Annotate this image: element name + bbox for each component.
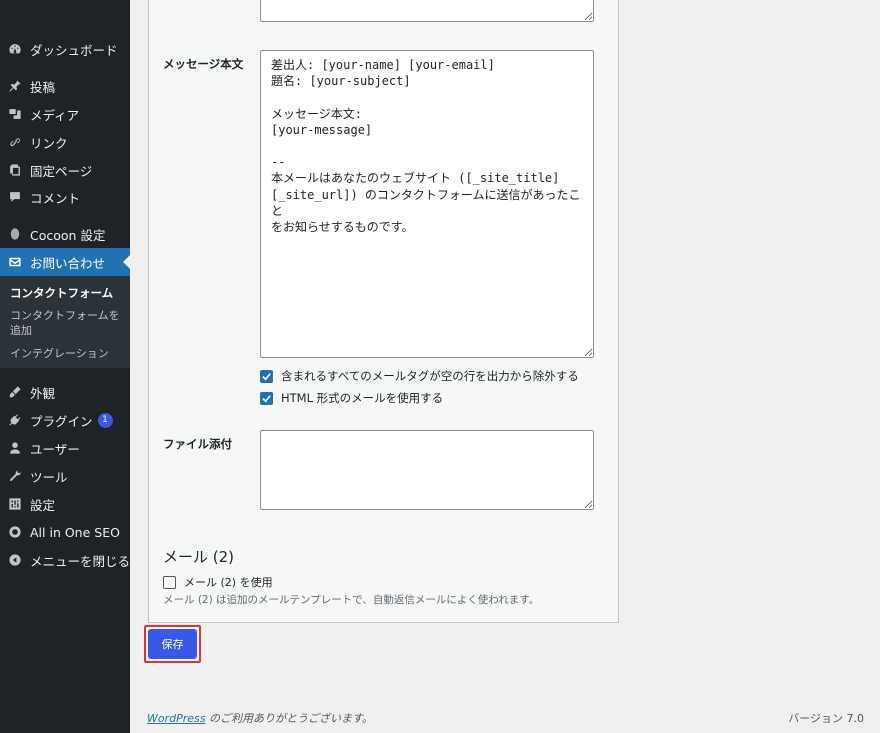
save-highlight: 保存 [144, 625, 201, 663]
previous-field-textarea[interactable] [260, 0, 594, 22]
dashboard-icon [8, 42, 22, 56]
exclude-blank-label: 含まれるすべてのメールタグが空の行を出力から除外する [281, 369, 579, 383]
cocoon-icon [8, 227, 22, 241]
menu-tools[interactable]: ツール [0, 462, 130, 490]
admin-sidebar: ダッシュボード 投稿 メディア リンク 固定ページ コメント Cocoon 設定… [0, 0, 130, 733]
menu-label: 設定 [30, 497, 56, 513]
footer-thanks: WordPress のご利用ありがとうございます。 [147, 710, 373, 726]
plugin-icon [8, 413, 22, 427]
save-button[interactable]: 保存 [148, 629, 197, 659]
menu-label: ツール [30, 469, 68, 485]
menu-label: Cocoon 設定 [30, 227, 106, 243]
footer-thanks-text: のご利用ありがとうございます。 [205, 712, 373, 725]
exclude-blank-row[interactable]: 含まれるすべてのメールタグが空の行を出力から除外する [260, 368, 579, 384]
menu-label: All in One SEO [30, 524, 120, 540]
update-count-badge: 1 [97, 412, 113, 428]
menu-label: 投稿 [30, 79, 56, 95]
media-icon [8, 107, 22, 121]
exclude-blank-checkbox[interactable] [260, 369, 273, 383]
active-indicator [123, 255, 130, 269]
html-mail-row[interactable]: HTML 形式のメールを使用する [260, 390, 443, 406]
menu-media[interactable]: メディア [0, 100, 130, 128]
brush-icon [8, 385, 22, 399]
footer-version: バージョン 7.0 [788, 712, 864, 725]
menu-label: ダッシュボード [30, 42, 118, 58]
menu-label: メディア [30, 107, 80, 123]
mail2-checkbox-label: メール (2) を使用 [184, 576, 273, 589]
comment-icon [8, 190, 22, 204]
html-mail-label: HTML 形式のメールを使用する [281, 391, 444, 405]
mail-icon [8, 255, 22, 269]
menu-contact[interactable]: お問い合わせ [0, 248, 130, 276]
menu-links[interactable]: リンク [0, 128, 130, 156]
submenu-contact-forms[interactable]: コンタクトフォーム [10, 286, 125, 301]
pages-icon [8, 163, 22, 177]
menu-cocoon-settings[interactable]: Cocoon 設定 [0, 220, 130, 248]
menu-plugins[interactable]: プラグイン 1 [0, 406, 130, 434]
submenu-add-contact-form[interactable]: コンタクトフォームを追加 [10, 308, 125, 338]
menu-collapse[interactable]: メニューを閉じる [0, 546, 130, 574]
user-icon [8, 441, 22, 455]
aioseo-icon [8, 525, 22, 539]
pin-icon [8, 79, 22, 93]
menu-pages[interactable]: 固定ページ [0, 156, 130, 184]
attachments-label: ファイル添付 [163, 437, 232, 451]
mail2-heading: メール (2) [163, 548, 235, 566]
menu-label: ユーザー [30, 441, 80, 457]
mail2-checkbox[interactable] [163, 575, 176, 589]
menu-posts[interactable]: 投稿 [0, 72, 130, 100]
menu-aioseo[interactable]: All in One SEO [0, 518, 130, 546]
menu-label: コメント [30, 190, 81, 206]
link-icon [8, 135, 22, 149]
attachments-textarea[interactable] [260, 430, 594, 510]
wrench-icon [8, 469, 22, 483]
menu-label: リンク [30, 135, 68, 151]
contact-submenu: コンタクトフォーム コンタクトフォームを追加 インテグレーション [0, 276, 130, 368]
collapse-icon [8, 553, 22, 567]
menu-dashboard[interactable]: ダッシュボード [0, 35, 130, 63]
mail2-description: メール (2) は追加のメールテンプレートで、自動返信メールによく使われます。 [163, 594, 540, 606]
menu-appearance[interactable]: 外観 [0, 378, 130, 406]
menu-comments[interactable]: コメント [0, 183, 130, 211]
menu-users[interactable]: ユーザー [0, 434, 130, 462]
menu-settings[interactable]: 設定 [0, 490, 130, 518]
settings-icon [8, 497, 22, 511]
html-mail-checkbox[interactable] [260, 391, 273, 405]
menu-label: メニューを閉じる [30, 553, 131, 569]
menu-label: お問い合わせ [30, 255, 106, 271]
message-body-textarea[interactable]: 差出人: [your-name] [your-email] 題名: [your-… [260, 50, 594, 358]
wordpress-link[interactable]: WordPress [147, 712, 206, 725]
menu-label: 固定ページ [30, 163, 93, 179]
menu-label: 外観 [30, 385, 56, 401]
menu-label: プラグイン [30, 413, 93, 429]
mail2-row[interactable]: メール (2) を使用 [163, 574, 273, 590]
message-body-label: メッセージ本文 [163, 57, 244, 71]
submenu-integration[interactable]: インテグレーション [10, 346, 125, 361]
